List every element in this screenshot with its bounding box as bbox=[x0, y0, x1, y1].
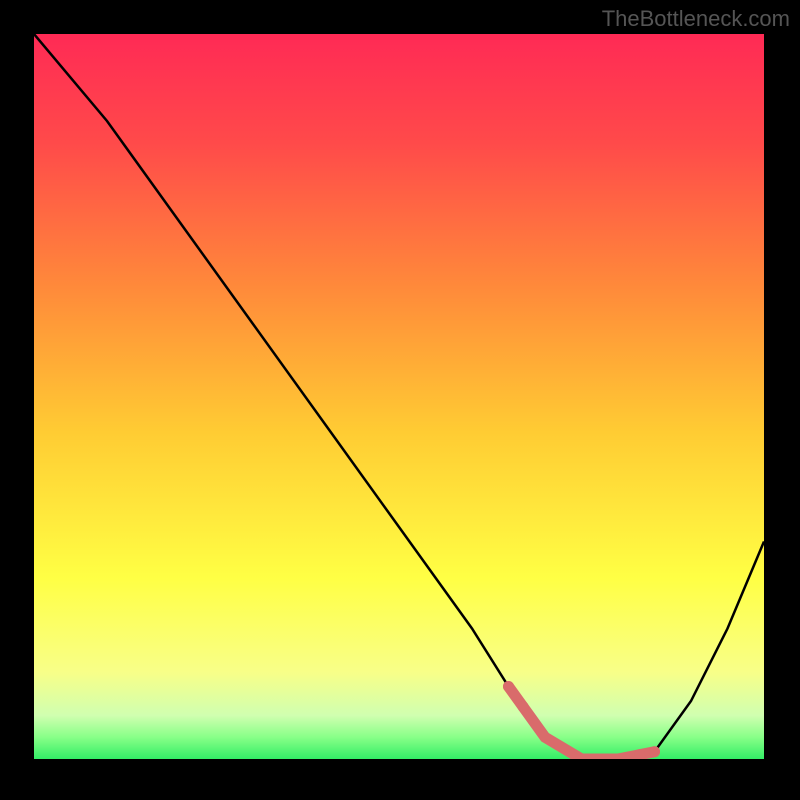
chart-area bbox=[34, 34, 764, 759]
curve-line bbox=[34, 34, 764, 759]
watermark-text: TheBottleneck.com bbox=[602, 6, 790, 32]
